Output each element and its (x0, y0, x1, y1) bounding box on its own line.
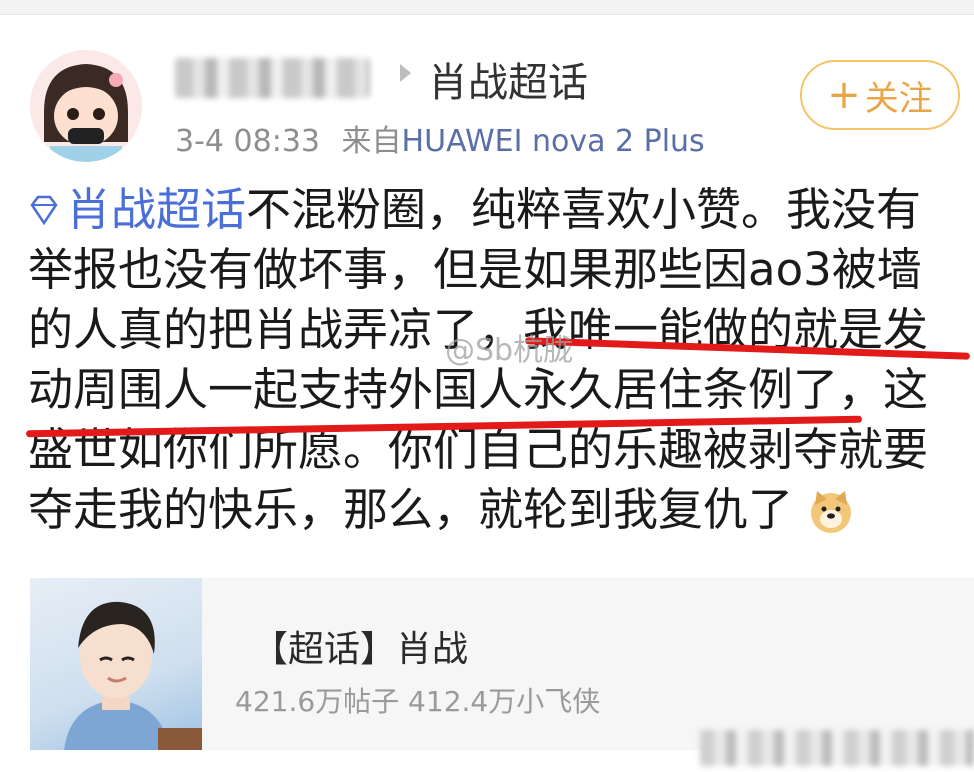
post-line: 夺走我的快乐，那么，就轮到我复仇了 (28, 480, 958, 540)
post-line: 动周围人一起支持外国人永久居住条例了，这 (28, 363, 929, 416)
post-source-label: 来自 (341, 124, 402, 159)
topic-card-image (30, 578, 202, 750)
follow-button[interactable]: + 关注 (800, 60, 960, 130)
topic-card-stats: 421.6万帖子 412.4万小飞侠 (235, 685, 601, 718)
topic-name[interactable]: 肖战超话 (428, 50, 588, 108)
topic-card-title: 【超话】肖战 (252, 629, 469, 670)
topic-card[interactable]: 【超话】肖战 421.6万帖子 412.4万小飞侠 (30, 578, 974, 750)
blurred-watermark (700, 730, 974, 766)
doge-icon (811, 491, 852, 533)
post-text: 夺走我的快乐，那么，就轮到我复仇了 (28, 483, 794, 536)
blurred-username[interactable] (175, 58, 370, 98)
post-text: 不混粉圈，纯粹喜欢小赞。我没有 (246, 183, 922, 236)
post-time: 3-4 08:33 (175, 124, 320, 159)
top-divider (0, 0, 974, 15)
post-line: 肖战超话不混粉圈，纯粹喜欢小赞。我没有 (28, 180, 958, 240)
watermark: @Sb杭胧 (445, 333, 574, 368)
post-meta: 3-4 08:33 来自HUAWEI nova 2 Plus (175, 116, 705, 160)
topic-link-label: 肖战超话 (66, 183, 247, 236)
topic-link[interactable]: 肖战超话 (28, 183, 246, 236)
post-line: 举报也没有做坏事，但是如果那些因ao3被墙 (28, 243, 922, 296)
arrow-right-icon (400, 64, 411, 82)
follow-label: 关注 (864, 78, 933, 119)
diamond-icon (30, 195, 58, 226)
post-device: HUAWEI nova 2 Plus (401, 124, 705, 159)
avatar[interactable] (30, 50, 142, 162)
plus-icon: + (827, 72, 861, 118)
